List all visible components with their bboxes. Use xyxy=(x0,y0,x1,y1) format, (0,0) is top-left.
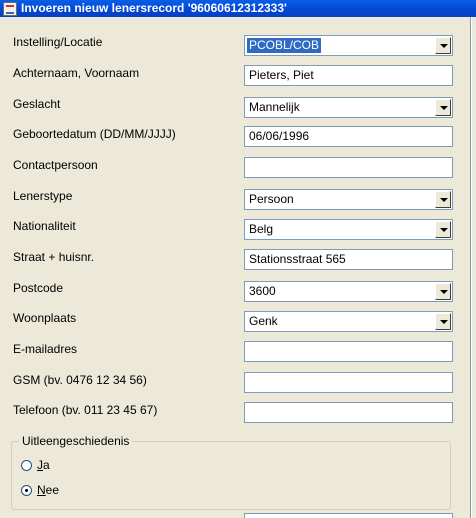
woonplaats-value: Genk xyxy=(249,314,278,328)
contactpersoon-label: Contactpersoon xyxy=(13,158,98,172)
contactpersoon-input[interactable] xyxy=(244,157,453,178)
nationaliteit-select[interactable]: Belg xyxy=(244,219,453,240)
email-label: E-mailadres xyxy=(13,342,78,356)
lenerstype-value: Persoon xyxy=(249,192,294,206)
lenerstype-select[interactable]: Persoon xyxy=(244,189,453,210)
window-titlebar[interactable]: Invoeren nieuw lenersrecord '96060612312… xyxy=(0,0,476,17)
nationaliteit-label: Nationaliteit xyxy=(13,219,76,233)
uitleengeschiedenis-legend: Uitleengeschiedenis xyxy=(19,434,133,448)
chevron-down-icon[interactable] xyxy=(435,221,451,238)
uitleengeschiedenis-group xyxy=(11,441,451,510)
app-icon xyxy=(3,1,17,16)
gsm-input[interactable] xyxy=(244,372,453,393)
geslacht-value: Mannelijk xyxy=(249,100,300,114)
chevron-down-icon[interactable] xyxy=(435,191,451,208)
nationaliteit-value: Belg xyxy=(249,222,274,236)
geboortedatum-label: Geboortedatum (DD/MM/JJJJ) xyxy=(13,127,176,141)
naam-input[interactable]: Pieters, Piet xyxy=(244,65,453,86)
chevron-down-icon[interactable] xyxy=(435,37,451,54)
window-title: Invoeren nieuw lenersrecord '96060612312… xyxy=(21,1,287,15)
geslacht-label: Geslacht xyxy=(13,97,61,111)
telefoon-input[interactable] xyxy=(244,402,453,423)
radio-ja-circle[interactable] xyxy=(21,459,32,471)
next-field-partial[interactable] xyxy=(244,513,453,518)
email-input[interactable] xyxy=(244,341,453,362)
radio-ja[interactable]: Ja xyxy=(21,458,50,472)
geslacht-select[interactable]: Mannelijk xyxy=(244,97,453,118)
window-divider-highlight xyxy=(471,17,472,518)
postcode-label: Postcode xyxy=(13,281,64,295)
woonplaats-select[interactable]: Genk xyxy=(244,311,453,332)
geboortedatum-input[interactable]: 06/06/1996 xyxy=(244,126,453,147)
instelling-label: Instelling/Locatie xyxy=(13,35,103,49)
chevron-down-icon[interactable] xyxy=(435,313,451,330)
telefoon-label: Telefoon (bv. 011 23 45 67) xyxy=(13,403,158,417)
radio-nee-circle[interactable] xyxy=(21,484,32,496)
straat-input[interactable]: Stationsstraat 565 xyxy=(244,249,453,270)
instelling-value: PCOBL/COB xyxy=(247,38,322,53)
woonplaats-label: Woonplaats xyxy=(13,311,77,325)
radio-ja-label: Ja xyxy=(37,458,50,472)
lenerstype-label: Lenerstype xyxy=(13,189,73,203)
naam-label: Achternaam, Voornaam xyxy=(13,66,140,80)
straat-label: Straat + huisnr. xyxy=(13,250,95,264)
postcode-value: 3600 xyxy=(249,284,276,298)
chevron-down-icon[interactable] xyxy=(435,99,451,116)
instelling-select[interactable]: PCOBL/COB xyxy=(244,35,453,56)
gsm-label: GSM (bv. 0476 12 34 56) xyxy=(13,373,147,387)
radio-nee[interactable]: Nee xyxy=(21,483,59,497)
postcode-select[interactable]: 3600 xyxy=(244,281,453,302)
radio-nee-label: Nee xyxy=(37,483,60,497)
chevron-down-icon[interactable] xyxy=(435,283,451,300)
